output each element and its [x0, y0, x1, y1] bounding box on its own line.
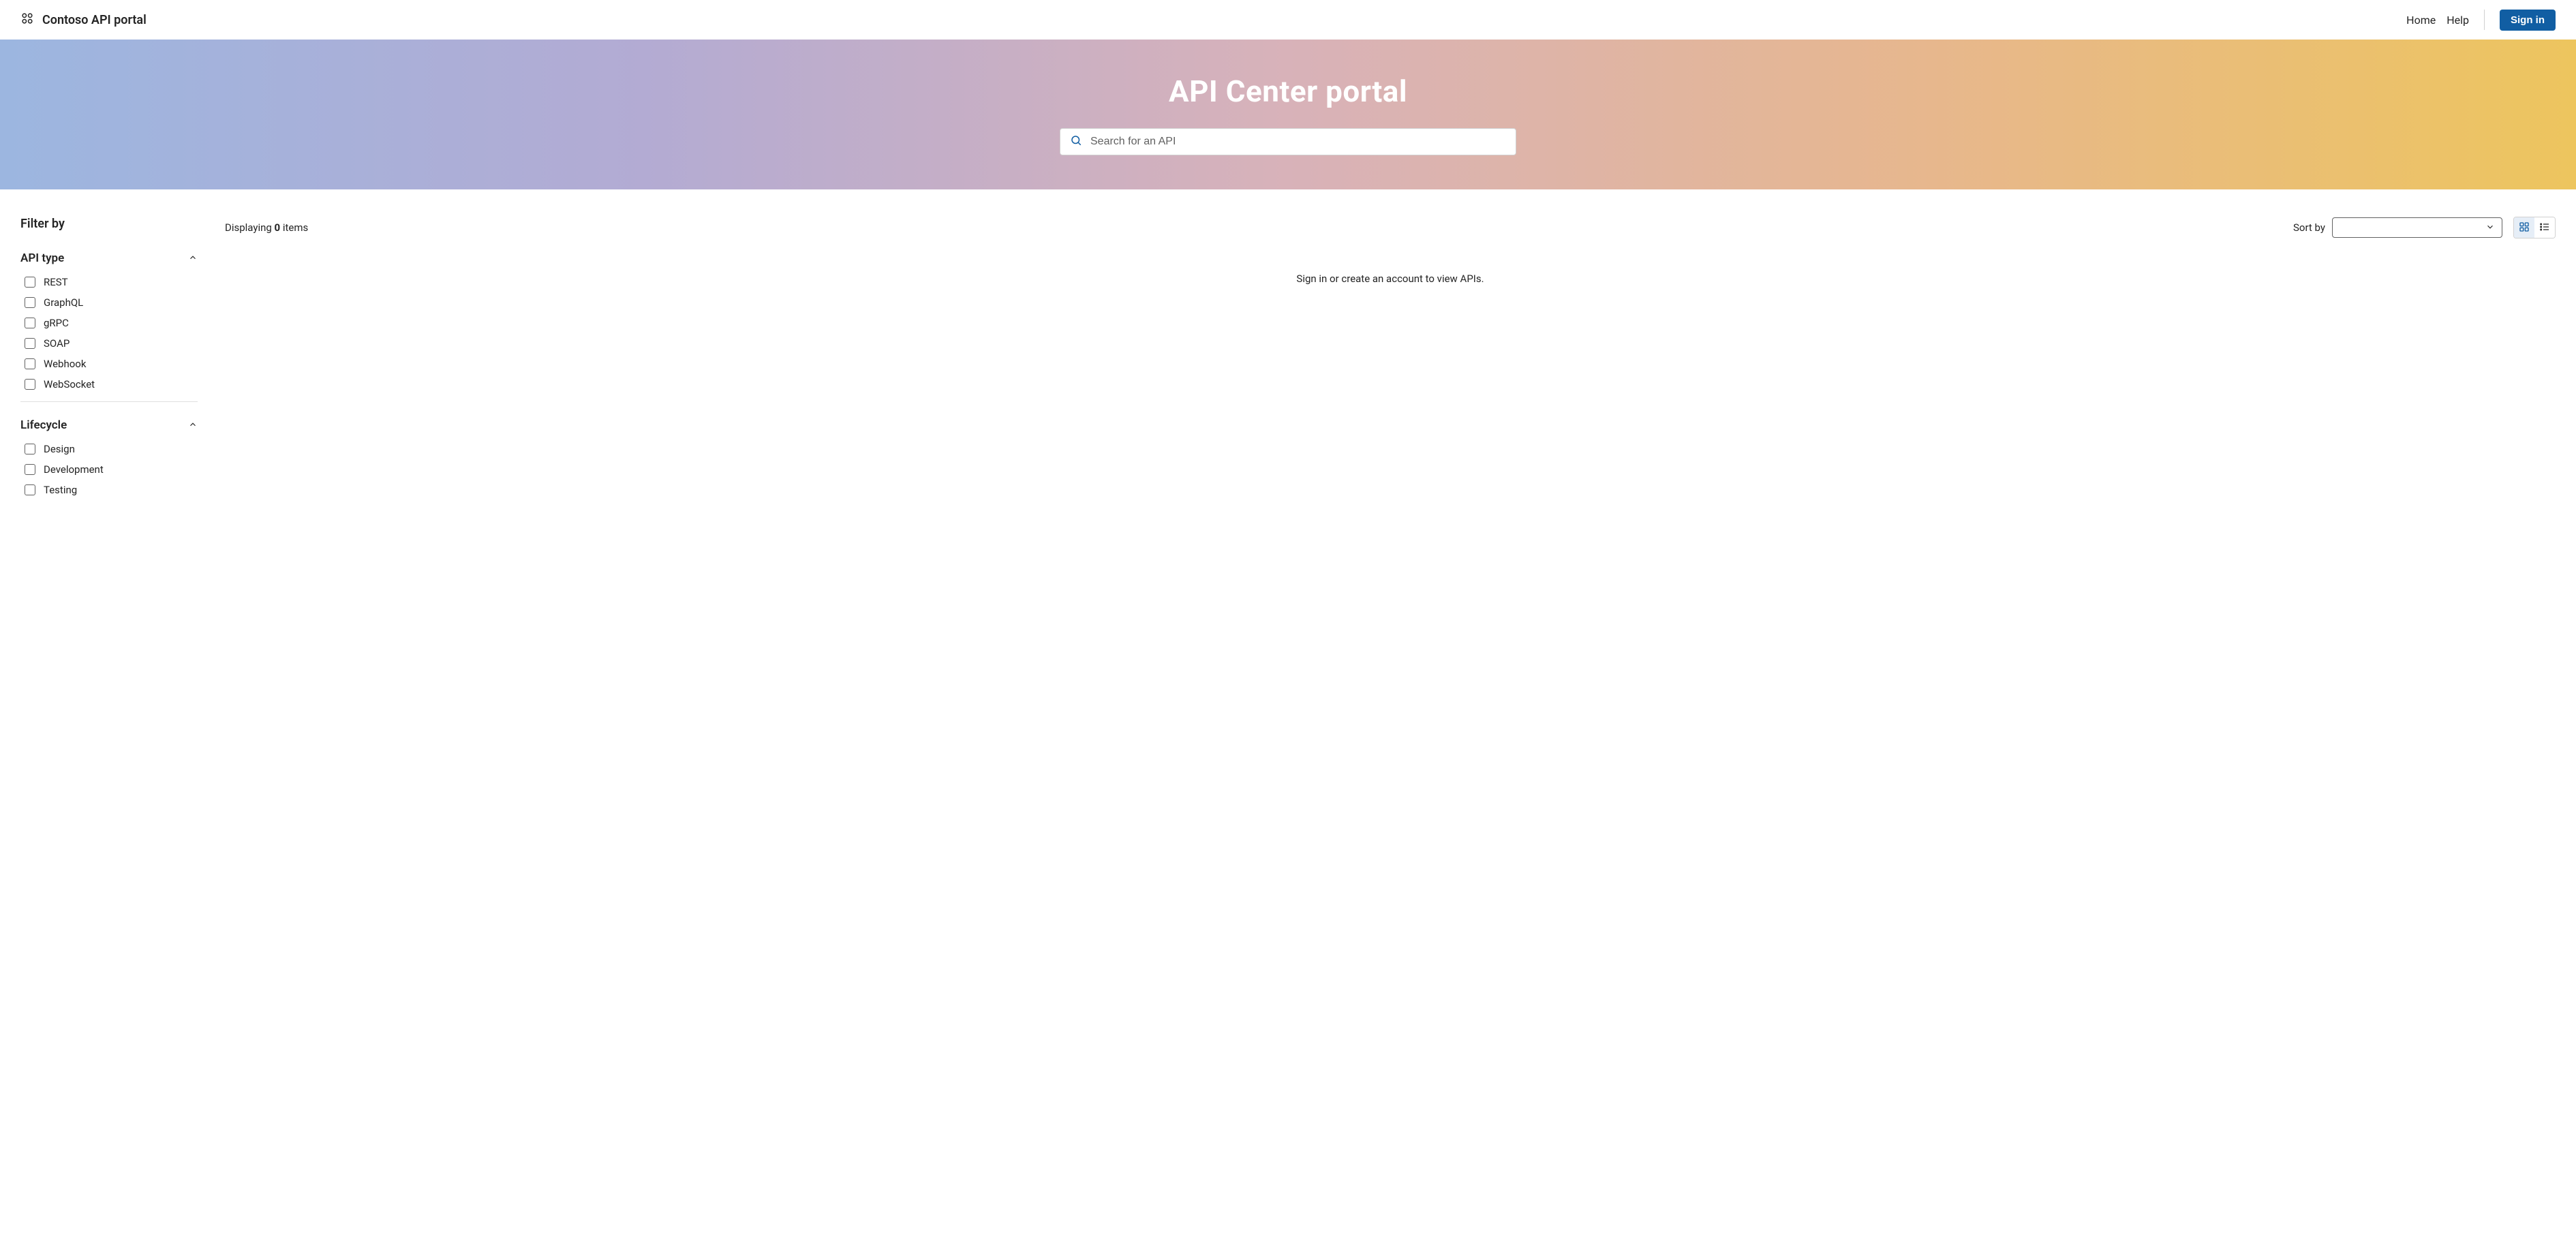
- brand-title: Contoso API portal: [42, 13, 147, 27]
- filter-option-label: SOAP: [44, 337, 70, 350]
- nav-divider: [2484, 10, 2485, 30]
- nav-right: Home Help Sign in: [2406, 10, 2556, 31]
- filter-option-label: GraphQL: [44, 296, 83, 309]
- filter-option-label: Testing: [44, 484, 77, 496]
- filter-option-label: REST: [44, 276, 68, 288]
- hero: API Center portal: [0, 40, 2576, 189]
- search-icon: [1070, 134, 1082, 149]
- checkbox[interactable]: [25, 338, 35, 349]
- filter-group-api-type: API type REST GraphQL gRPC SOAP Webhook …: [20, 251, 198, 402]
- sort-label: Sort by: [2293, 221, 2325, 234]
- checkbox[interactable]: [25, 444, 35, 454]
- filter-group-title: Lifecycle: [20, 418, 67, 432]
- search-wrap[interactable]: [1060, 128, 1516, 155]
- filter-heading: Filter by: [20, 217, 198, 231]
- filter-option-grpc[interactable]: gRPC: [25, 317, 198, 329]
- filter-option-label: gRPC: [44, 317, 69, 329]
- sort-wrap: Sort by: [2293, 217, 2556, 238]
- view-list-button[interactable]: [2534, 217, 2555, 238]
- filter-group-title: API type: [20, 251, 64, 265]
- results-bar: Displaying 0 items Sort by: [225, 217, 2556, 238]
- results-prefix: Displaying: [225, 221, 275, 234]
- topbar: Contoso API portal Home Help Sign in: [0, 0, 2576, 40]
- filter-option-label: Development: [44, 463, 104, 476]
- checkbox[interactable]: [25, 464, 35, 475]
- results-count: 0: [275, 221, 281, 234]
- checkbox[interactable]: [25, 277, 35, 288]
- chevron-up-icon: [188, 419, 198, 432]
- results-suffix: items: [280, 221, 308, 234]
- nav-home[interactable]: Home: [2406, 14, 2436, 27]
- checkbox[interactable]: [25, 379, 35, 390]
- list-icon: [2539, 221, 2550, 234]
- chevron-up-icon: [188, 252, 198, 265]
- filter-option-soap[interactable]: SOAP: [25, 337, 198, 350]
- filter-group-lifecycle: Lifecycle Design Development Testing: [20, 418, 198, 507]
- filter-option-rest[interactable]: REST: [25, 276, 198, 288]
- view-grid-button[interactable]: [2514, 217, 2534, 238]
- hero-title: API Center portal: [1169, 74, 1407, 109]
- main: Displaying 0 items Sort by: [225, 217, 2556, 523]
- checkbox[interactable]: [25, 318, 35, 328]
- checkbox[interactable]: [25, 297, 35, 308]
- filter-option-design[interactable]: Design: [25, 443, 198, 455]
- filter-group-header-api-type[interactable]: API type: [20, 251, 198, 265]
- search-input[interactable]: [1082, 136, 1506, 148]
- chevron-down-icon: [2485, 221, 2495, 234]
- filter-option-graphql[interactable]: GraphQL: [25, 296, 198, 309]
- filter-option-testing[interactable]: Testing: [25, 484, 198, 496]
- filter-option-websocket[interactable]: WebSocket: [25, 378, 198, 390]
- filter-option-label: Webhook: [44, 358, 86, 370]
- brand-icon: [20, 12, 34, 28]
- filter-option-label: Design: [44, 443, 75, 455]
- content: Filter by API type REST GraphQL gRPC SOA…: [0, 189, 2576, 551]
- signin-button[interactable]: Sign in: [2500, 10, 2556, 31]
- filter-option-label: WebSocket: [44, 378, 95, 390]
- filter-group-header-lifecycle[interactable]: Lifecycle: [20, 418, 198, 432]
- grid-icon: [2519, 221, 2530, 234]
- filter-options-api-type: REST GraphQL gRPC SOAP Webhook WebSocket: [20, 276, 198, 390]
- brand: Contoso API portal: [20, 12, 147, 28]
- sort-select[interactable]: [2332, 217, 2502, 238]
- sidebar: Filter by API type REST GraphQL gRPC SOA…: [20, 217, 198, 523]
- empty-message: Sign in or create an account to view API…: [225, 273, 2556, 285]
- results-count-text: Displaying 0 items: [225, 221, 308, 234]
- view-toggle: [2513, 217, 2556, 238]
- checkbox[interactable]: [25, 484, 35, 495]
- checkbox[interactable]: [25, 358, 35, 369]
- filter-option-webhook[interactable]: Webhook: [25, 358, 198, 370]
- nav-help[interactable]: Help: [2447, 14, 2469, 27]
- filter-option-development[interactable]: Development: [25, 463, 198, 476]
- filter-options-lifecycle: Design Development Testing: [20, 443, 198, 496]
